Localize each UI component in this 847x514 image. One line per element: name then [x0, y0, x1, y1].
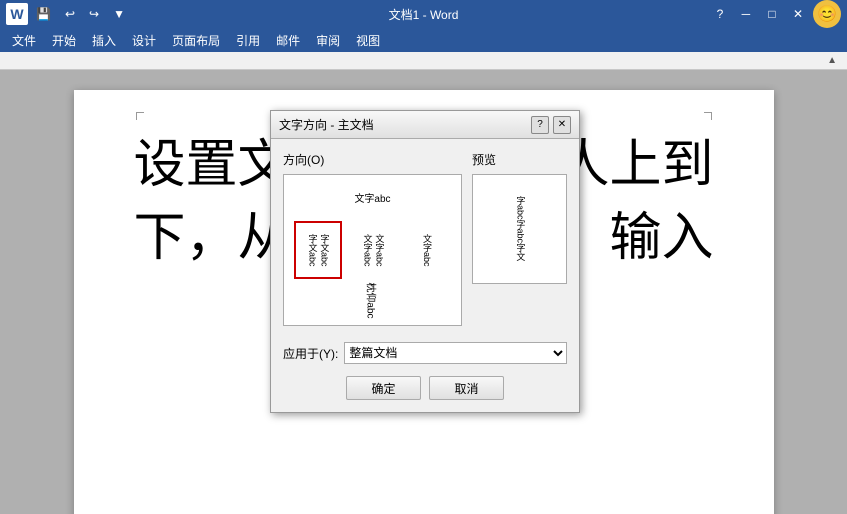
vert-lr-text-1: 文字abc [362, 234, 372, 267]
help-button[interactable]: ? [709, 4, 731, 24]
word-logo-icon: W [6, 3, 28, 25]
undo-icon[interactable]: ↩ [61, 5, 79, 23]
window-title: 文档1 - Word [389, 6, 459, 23]
titlebar-left: W 💾 ↩ ↪ ▼ [6, 3, 129, 25]
apply-label: 应用于(Y): [283, 345, 338, 362]
ok-button[interactable]: 确定 [346, 376, 421, 400]
menu-layout[interactable]: 页面布局 [164, 28, 228, 52]
close-button[interactable]: ✕ [787, 4, 809, 24]
preview-panel: 预览 字abc字abc字文 [472, 151, 567, 326]
menu-home[interactable]: 开始 [44, 28, 84, 52]
direction-vertical-mixed[interactable]: 文字abc [404, 221, 452, 279]
text-direction-dialog: 文字方向 - 主文档 ? ✕ 方向(O) 文字abc [270, 110, 580, 413]
save-icon[interactable]: 💾 [32, 5, 55, 23]
dialog-help-button[interactable]: ? [531, 116, 549, 134]
vert-mixed-text: 文字abc [421, 234, 434, 267]
menubar: 文件 开始 插入 设计 页面布局 引用 邮件 审阅 视图 [0, 28, 847, 52]
menu-references[interactable]: 引用 [228, 28, 268, 52]
dialog-body: 方向(O) 文字abc 字文abc 字文abc [271, 139, 579, 338]
quick-access-toolbar: 💾 ↩ ↪ ▼ [32, 5, 129, 23]
dialog-overlay: 文字方向 - 主文档 ? ✕ 方向(O) 文字abc [0, 70, 847, 514]
dialog-titlebar: 文字方向 - 主文档 ? ✕ [271, 111, 579, 139]
direction-horizontal-text: 文字abc [354, 194, 390, 206]
minimize-button[interactable]: ─ [735, 4, 757, 24]
menu-design[interactable]: 设计 [124, 28, 164, 52]
menu-mailings[interactable]: 邮件 [268, 28, 308, 52]
rotated-text: 枕仰abc [365, 282, 380, 318]
titlebar-controls: ? ─ □ ✕ 😊 [709, 0, 841, 28]
direction-vertical-lr[interactable]: 文字abc 文字abc [349, 221, 397, 279]
cancel-button[interactable]: 取消 [429, 376, 504, 400]
dialog-controls: ? ✕ [531, 116, 571, 134]
buttons-row: 确定 取消 [271, 372, 579, 412]
vert-text-2: 字文abc [319, 234, 329, 267]
direction-rotated[interactable]: 枕仰abc [292, 283, 453, 317]
menu-view[interactable]: 视图 [348, 28, 388, 52]
titlebar: W 💾 ↩ ↪ ▼ 文档1 - Word ? ─ □ ✕ 😊 [0, 0, 847, 28]
preview-label: 预览 [472, 151, 567, 168]
ribbon-collapse-button[interactable]: ▲ [821, 55, 843, 66]
avatar: 😊 [813, 0, 841, 28]
redo-icon[interactable]: ↪ [85, 5, 103, 23]
more-icon[interactable]: ▼ [109, 5, 129, 23]
direction-horizontal[interactable]: 文字abc [292, 183, 453, 217]
menu-file[interactable]: 文件 [4, 28, 44, 52]
ribbon-bar: ▲ [0, 52, 847, 70]
direction-options: 文字abc 字文abc 字文abc 文字abc 文 [283, 174, 462, 326]
apply-row: 应用于(Y): 整篇文档 本节 所选文字 [271, 338, 579, 372]
dialog-close-button[interactable]: ✕ [553, 116, 571, 134]
preview-box: 字abc字abc字文 [472, 174, 567, 284]
restore-button[interactable]: □ [761, 4, 783, 24]
menu-review[interactable]: 审阅 [308, 28, 348, 52]
apply-select[interactable]: 整篇文档 本节 所选文字 [344, 342, 567, 364]
vert-text-1: 字文abc [307, 234, 317, 267]
vert-lr-text-2: 文字abc [374, 234, 384, 267]
direction-panel: 方向(O) 文字abc 字文abc 字文abc [283, 151, 462, 326]
preview-content: 字abc字abc字文 [514, 196, 526, 261]
menu-insert[interactable]: 插入 [84, 28, 124, 52]
direction-vertical-rl[interactable]: 字文abc 字文abc [294, 221, 342, 279]
dialog-title: 文字方向 - 主文档 [279, 116, 374, 133]
direction-section-label: 方向(O) [283, 151, 462, 168]
document-area: 设置文 人上到 下，从 输入 文字方向 - 主文档 ? ✕ [0, 70, 847, 514]
